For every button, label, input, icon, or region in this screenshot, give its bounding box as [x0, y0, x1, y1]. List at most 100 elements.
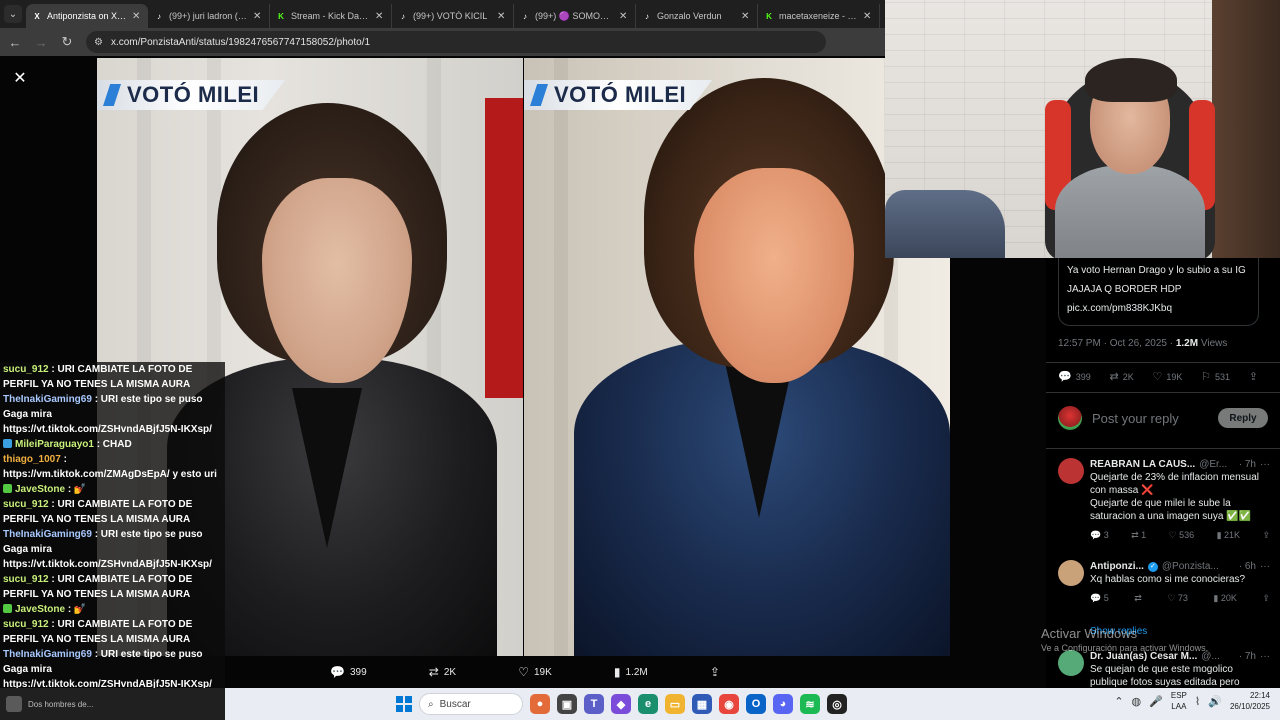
reply-handle[interactable]: @Er... — [1199, 458, 1235, 471]
edge-icon[interactable]: e — [638, 694, 658, 714]
share-icon[interactable]: ⇪ — [1262, 592, 1270, 605]
copilot-icon[interactable]: ◆ — [611, 694, 631, 714]
avatar[interactable] — [1058, 650, 1084, 676]
chat-username[interactable]: JaveStone — [15, 604, 65, 615]
avatar[interactable] — [1058, 458, 1084, 484]
like-stat[interactable]: ♡ 19K — [1152, 370, 1182, 383]
reply-time[interactable]: · 6h — [1239, 560, 1256, 573]
file-explorer-icon[interactable]: ▭ — [665, 694, 685, 714]
bookmark-stat[interactable]: ⚐ 531 — [1201, 370, 1230, 383]
chat-username[interactable]: thiago_1007 — [3, 454, 61, 465]
taskbar-apps: ⌕ Buscar ● ▣ T ◆ e ▭ ▦ ◉ O ◕ ≋ ◎ — [396, 693, 847, 715]
browser-tab[interactable]: ♪ (99+) VOTÓ KICIL ✕ — [392, 4, 514, 28]
like-action[interactable]: ♡ 19K — [518, 665, 552, 679]
share-icon[interactable]: ⇪ — [1262, 529, 1270, 542]
wifi-icon[interactable]: ⌇ — [1195, 695, 1200, 708]
chat-username[interactable]: TheInakiGaming69 — [3, 529, 92, 540]
browser-tab[interactable]: ♪ (99+) 🟣 SOMOS R ✕ — [514, 4, 636, 28]
windows-start-icon[interactable] — [396, 696, 412, 712]
browser-tab[interactable]: ♪ (99+) juri ladron (@cl ✕ — [148, 4, 270, 28]
reply-post[interactable]: Antiponzi... ✓ @Ponzista... · 6h ··· Xq habla… — [1058, 560, 1270, 605]
reply-stat[interactable]: 💬 399 — [1058, 370, 1091, 383]
chat-username[interactable]: TheInakiGaming69 — [3, 649, 92, 660]
site-info-icon[interactable]: ⚙ — [94, 37, 103, 48]
chat-username[interactable]: sucu_912 — [3, 499, 49, 510]
bar-chart-stat[interactable]: ▮ 20K — [1213, 592, 1236, 605]
heart-icon: ♡ — [518, 665, 529, 679]
tab-close-icon[interactable]: ✕ — [619, 11, 629, 22]
reply-author-name[interactable]: Antiponzi... — [1090, 560, 1144, 573]
widgets-icon[interactable]: ● — [530, 694, 550, 714]
chat-username[interactable]: TheInakiGaming69 — [3, 394, 92, 405]
browser-tab[interactable]: K Stream - Kick Dashbo ✕ — [270, 4, 392, 28]
task-view-icon[interactable]: ▣ — [557, 694, 577, 714]
tab-close-icon[interactable]: ✕ — [497, 11, 507, 22]
reply-action[interactable]: 💬 399 — [330, 665, 367, 679]
bar-chart-stat[interactable]: ▮ 21K — [1217, 529, 1240, 542]
repost-stat[interactable]: ⇄ — [1134, 592, 1142, 605]
reply-author-name[interactable]: REABRAN LA CAUS... — [1090, 458, 1195, 471]
chat-username[interactable]: MileiParaguayo1 — [15, 439, 94, 450]
repost-stat[interactable]: ⇄ 2K — [1109, 370, 1133, 383]
forward-arrow-icon[interactable]: → — [34, 35, 48, 50]
reply-post[interactable]: Dr. Juan(as) Cesar M... @... · 7h ··· Se que… — [1058, 650, 1270, 688]
tab-close-icon[interactable]: ✕ — [132, 11, 142, 22]
chat-username[interactable]: JaveStone — [15, 484, 65, 495]
obs-icon[interactable]: ◎ — [827, 694, 847, 714]
views-action[interactable]: ▮ 1.2M — [614, 665, 648, 679]
outlook-icon[interactable]: O — [746, 694, 766, 714]
taskbar-widget[interactable]: Dos hombres de... — [0, 688, 225, 720]
reply-button[interactable]: Reply — [1218, 408, 1268, 428]
back-arrow-icon[interactable]: ← — [8, 35, 22, 50]
quoted-post[interactable]: Ya voto Hernan Drago y lo subio a su IG … — [1058, 258, 1259, 326]
browser-tab[interactable]: Kmacetaxeneize - Wat ✕ — [758, 4, 880, 28]
reply-post[interactable]: REABRAN LA CAUS... @Er... · 7h ··· Quejarte … — [1058, 458, 1270, 542]
tab-close-icon[interactable]: ✕ — [375, 11, 385, 22]
windows-taskbar: Dos hombres de... ⌕ Buscar ● ▣ T ◆ e ▭ ▦… — [0, 688, 1280, 720]
chat-username[interactable]: sucu_912 — [3, 574, 49, 585]
url-field[interactable]: ⚙ x.com/PonzistaAnti/status/198247656774… — [86, 31, 826, 53]
share-action[interactable]: ⇪ — [710, 665, 720, 679]
repost-stat[interactable]: ⇄ 1 — [1131, 529, 1146, 542]
share-icon: ⇪ — [709, 665, 720, 679]
reply-icon: 💬 — [1058, 371, 1072, 383]
screen: ⌄ X Antiponzista on X: "E ✕ ♪ (99+) juri lad… — [0, 0, 1280, 720]
browser-tab[interactable]: ♪ Gonzalo Verdun ✕ — [636, 4, 758, 28]
microphone-icon[interactable]: 🎤 — [1149, 695, 1163, 708]
teams-icon[interactable]: T — [584, 694, 604, 714]
volume-icon[interactable]: 🔊 — [1208, 695, 1222, 708]
close-icon[interactable]: ✕ — [10, 68, 30, 88]
chevron-up-icon[interactable]: ⌃ — [1114, 695, 1123, 708]
heart-stat[interactable]: ♡ 536 — [1169, 529, 1195, 542]
discord-icon[interactable]: ◕ — [773, 694, 793, 714]
avatar[interactable] — [1058, 560, 1084, 586]
more-options-icon[interactable]: ··· — [1260, 458, 1270, 471]
tab-search-icon[interactable]: ⌄ — [4, 5, 22, 23]
reply-stat[interactable]: 💬 5 — [1090, 592, 1109, 605]
reply-input[interactable]: Post your reply — [1092, 411, 1218, 426]
chat-username[interactable]: sucu_912 — [3, 619, 49, 630]
reply-time[interactable]: · 7h — [1239, 458, 1256, 471]
tab-close-icon[interactable]: ✕ — [741, 11, 751, 22]
browser-tab[interactable]: X Antiponzista on X: "E ✕ — [26, 4, 148, 28]
language-indicator[interactable]: ESP LAA — [1171, 690, 1187, 712]
tab-close-icon[interactable]: ✕ — [253, 11, 263, 22]
heart-stat[interactable]: ♡ 73 — [1167, 592, 1188, 605]
reload-icon[interactable]: ↻ — [60, 34, 74, 50]
clock[interactable]: 22:14 26/10/2025 — [1230, 690, 1270, 712]
more-options-icon[interactable]: ··· — [1260, 560, 1270, 573]
post-timestamp[interactable]: 12:57 PM · Oct 26, 2025 · — [1058, 338, 1173, 349]
chrome-icon[interactable]: ◉ — [719, 694, 739, 714]
share-stat[interactable]: ⇪ — [1249, 370, 1258, 383]
repost-action[interactable]: ⇄ 2K — [429, 665, 456, 679]
store-icon[interactable]: ▦ — [692, 694, 712, 714]
spotify-icon[interactable]: ≋ — [800, 694, 820, 714]
reply-handle[interactable]: @Ponzista... — [1162, 560, 1235, 573]
reply-stat[interactable]: 💬 3 — [1090, 529, 1109, 542]
quote-link[interactable]: pic.x.com/pm838KJKbq — [1067, 302, 1250, 315]
chat-username[interactable]: sucu_912 — [3, 364, 49, 375]
system-tray: ⌃ ◍ 🎤 ESP LAA ⌇ 🔊 22:14 26/10/2025 — [1114, 690, 1270, 712]
taskbar-search[interactable]: ⌕ Buscar — [419, 693, 523, 715]
tab-close-icon[interactable]: ✕ — [863, 11, 873, 22]
network-icon[interactable]: ◍ — [1132, 695, 1142, 708]
